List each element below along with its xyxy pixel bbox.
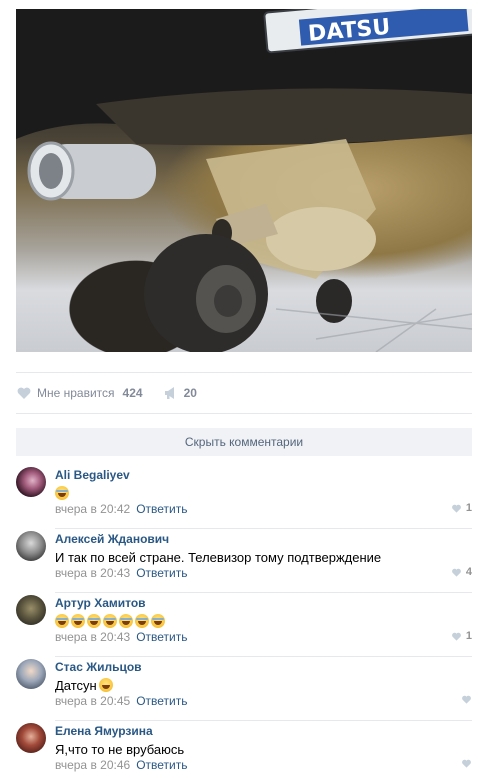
comment-like-count: 1 bbox=[465, 630, 472, 642]
reply-button[interactable]: Ответить bbox=[136, 758, 187, 772]
comment-text-content: Я,что то не врубаюсь bbox=[55, 741, 185, 757]
reply-button[interactable]: Ответить bbox=[136, 502, 187, 516]
laughing-emoji-icon bbox=[55, 486, 69, 500]
comment-text-content: Датсун bbox=[55, 677, 97, 693]
divider bbox=[16, 413, 472, 414]
comment: Артур Хамитов вчера в 20:43 Ответить 1 bbox=[16, 595, 472, 657]
reply-button[interactable]: Ответить bbox=[136, 566, 187, 580]
comment-like-button[interactable] bbox=[461, 758, 472, 769]
comment-text bbox=[55, 612, 165, 630]
comment-meta: вчера в 20:43 Ответить bbox=[55, 566, 187, 580]
heart-icon bbox=[451, 632, 461, 641]
car-underside-illustration: DATSU bbox=[16, 9, 472, 352]
divider bbox=[55, 656, 472, 657]
like-count: 424 bbox=[122, 386, 143, 400]
laughing-emoji-icon bbox=[103, 614, 117, 628]
like-button[interactable]: Мне нравится 424 bbox=[16, 385, 143, 401]
heart-icon bbox=[462, 759, 471, 768]
comment: Ali Begaliyev вчера в 20:42 Ответить 1 bbox=[16, 467, 472, 529]
comment-like-count: 1 bbox=[465, 502, 472, 514]
comment-like-button[interactable]: 1 bbox=[451, 630, 472, 642]
reply-button[interactable]: Ответить bbox=[136, 630, 187, 644]
laughing-emoji-icon bbox=[71, 614, 85, 628]
comment-text bbox=[55, 484, 69, 502]
divider bbox=[16, 372, 472, 373]
comment-time[interactable]: вчера в 20:43 bbox=[55, 566, 130, 580]
comment-text-content: И так по всей стране. Телевизор тому под… bbox=[55, 549, 382, 565]
heart-icon bbox=[451, 568, 461, 577]
comment-time[interactable]: вчера в 20:42 bbox=[55, 502, 130, 516]
megaphone-icon bbox=[164, 387, 174, 399]
laughing-emoji-icon bbox=[55, 614, 69, 628]
comment-author[interactable]: Елена Ямурзина bbox=[55, 724, 153, 738]
comment-meta: вчера в 20:43 Ответить bbox=[55, 630, 187, 644]
smile-emoji-icon bbox=[98, 678, 113, 692]
comment: Елена Ямурзина Я,что то не врубаюсь вчер… bbox=[16, 723, 472, 778]
share-button[interactable]: 20 bbox=[163, 385, 197, 401]
laughing-emoji-icon bbox=[151, 614, 165, 628]
avatar[interactable] bbox=[16, 531, 46, 561]
divider bbox=[55, 720, 472, 721]
comment-time[interactable]: вчера в 20:46 bbox=[55, 758, 130, 772]
post-actions: Мне нравится 424 20 bbox=[16, 383, 197, 403]
comment-meta: вчера в 20:42 Ответить bbox=[55, 502, 187, 516]
avatar[interactable] bbox=[16, 723, 46, 753]
comment-time[interactable]: вчера в 20:45 bbox=[55, 694, 130, 708]
hide-comments-button[interactable]: Скрыть комментарии bbox=[16, 428, 472, 456]
avatar[interactable] bbox=[16, 595, 46, 625]
divider bbox=[55, 528, 472, 529]
comment-like-button[interactable]: 4 bbox=[451, 566, 472, 578]
laughing-emoji-icon bbox=[87, 614, 101, 628]
divider bbox=[55, 592, 472, 593]
comment-meta: вчера в 20:45 Ответить bbox=[55, 694, 187, 708]
comment-text: Датсун bbox=[55, 676, 113, 694]
post-photo[interactable]: DATSU bbox=[16, 9, 472, 352]
comment-like-count: 4 bbox=[465, 566, 472, 578]
comment-text: И так по всей стране. Телевизор тому под… bbox=[55, 548, 381, 566]
comment-time[interactable]: вчера в 20:43 bbox=[55, 630, 130, 644]
comment: Алексей Жданович И так по всей стране. Т… bbox=[16, 531, 472, 593]
heart-icon bbox=[451, 504, 461, 513]
comment-author[interactable]: Алексей Жданович bbox=[55, 532, 169, 546]
avatar[interactable] bbox=[16, 659, 46, 689]
comment-author[interactable]: Стас Жильцов bbox=[55, 660, 142, 674]
comment: Стас Жильцов Датсун вчера в 20:45 Ответит… bbox=[16, 659, 472, 721]
laughing-emoji-icon bbox=[119, 614, 133, 628]
comment-author[interactable]: Артур Хамитов bbox=[55, 596, 146, 610]
comment-text: Я,что то не врубаюсь bbox=[55, 740, 184, 758]
comment-author[interactable]: Ali Begaliyev bbox=[55, 468, 130, 482]
heart-icon bbox=[17, 387, 31, 399]
heart-icon bbox=[462, 695, 471, 704]
comment-meta: вчера в 20:46 Ответить bbox=[55, 758, 187, 772]
laughing-emoji-icon bbox=[135, 614, 149, 628]
avatar[interactable] bbox=[16, 467, 46, 497]
reply-button[interactable]: Ответить bbox=[136, 694, 187, 708]
share-count: 20 bbox=[183, 386, 197, 400]
like-label: Мне нравится bbox=[37, 386, 115, 400]
comment-like-button[interactable] bbox=[461, 694, 472, 705]
comment-like-button[interactable]: 1 bbox=[451, 502, 472, 514]
